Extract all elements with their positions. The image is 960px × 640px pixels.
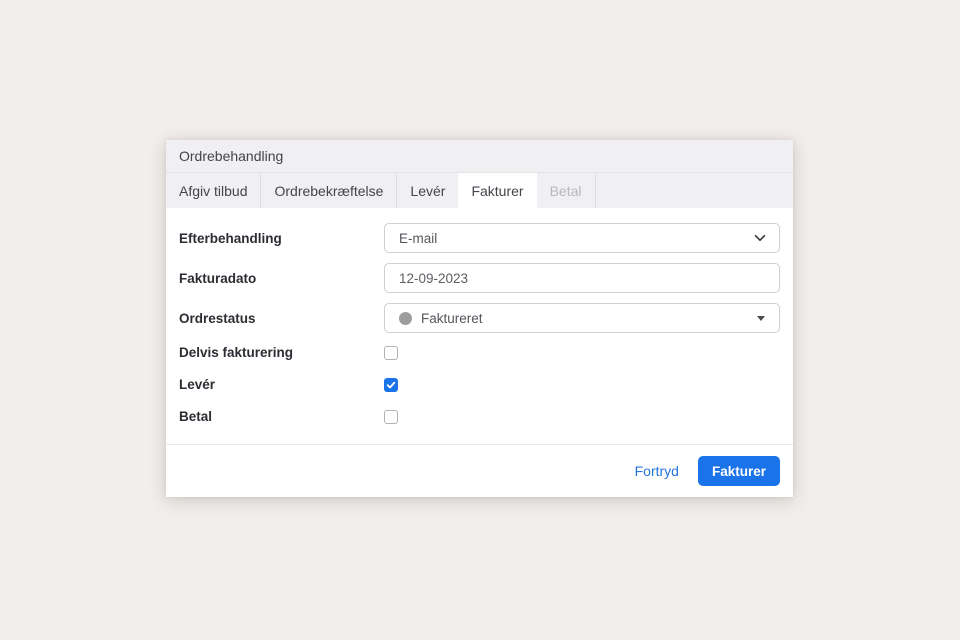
tab-fakturer[interactable]: Fakturer bbox=[458, 173, 536, 208]
lever-label: Levér bbox=[179, 377, 384, 392]
tab-afgiv-tilbud[interactable]: Afgiv tilbud bbox=[166, 173, 261, 208]
lever-row: Levér bbox=[179, 377, 780, 392]
ordrebehandling-dialog: Ordrebehandling Afgiv tilbud Ordrebekræf… bbox=[166, 140, 793, 497]
cancel-button[interactable]: Fortryd bbox=[635, 463, 679, 479]
fakturadato-input[interactable]: 12-09-2023 bbox=[384, 263, 780, 293]
fakturadato-label: Fakturadato bbox=[179, 271, 384, 286]
tab-afgiv-tilbud-label: Afgiv tilbud bbox=[179, 183, 247, 199]
status-dot-icon bbox=[399, 312, 412, 325]
betal-label: Betal bbox=[179, 409, 384, 424]
tab-bar: Afgiv tilbud Ordrebekræftelse Levér Fakt… bbox=[166, 173, 793, 208]
dialog-footer: Fortryd Fakturer bbox=[166, 444, 793, 497]
efterbehandling-select[interactable]: E-mail bbox=[384, 223, 780, 253]
submit-fakturer-button[interactable]: Fakturer bbox=[698, 456, 780, 486]
tab-betal: Betal bbox=[537, 173, 596, 208]
betal-row: Betal bbox=[179, 409, 780, 424]
efterbehandling-value: E-mail bbox=[399, 231, 437, 246]
dialog-title: Ordrebehandling bbox=[179, 148, 283, 164]
ordrestatus-row: Ordrestatus Faktureret bbox=[179, 303, 780, 333]
ordrestatus-label: Ordrestatus bbox=[179, 311, 384, 326]
fakturadato-value: 12-09-2023 bbox=[399, 271, 468, 286]
delvis-fakturering-label: Delvis fakturering bbox=[179, 345, 384, 360]
tab-ordrebekraeftelse-label: Ordrebekræftelse bbox=[274, 183, 383, 199]
efterbehandling-label: Efterbehandling bbox=[179, 231, 384, 246]
chevron-down-icon bbox=[753, 231, 767, 245]
ordrestatus-dropdown[interactable]: Faktureret bbox=[384, 303, 780, 333]
fakturadato-row: Fakturadato 12-09-2023 bbox=[179, 263, 780, 293]
tab-ordrebekraeftelse[interactable]: Ordrebekræftelse bbox=[261, 173, 397, 208]
lever-checkbox[interactable] bbox=[384, 378, 398, 392]
delvis-fakturering-checkbox[interactable] bbox=[384, 346, 398, 360]
dialog-body: Efterbehandling E-mail Fakturadato 12-09… bbox=[166, 208, 793, 444]
tab-betal-label: Betal bbox=[550, 183, 582, 199]
tab-lever-label: Levér bbox=[410, 183, 445, 199]
tab-lever[interactable]: Levér bbox=[397, 173, 458, 208]
betal-checkbox[interactable] bbox=[384, 410, 398, 424]
dialog-header: Ordrebehandling bbox=[166, 140, 793, 173]
delvis-fakturering-row: Delvis fakturering bbox=[179, 345, 780, 360]
caret-down-icon bbox=[757, 316, 765, 321]
check-icon bbox=[386, 380, 396, 390]
efterbehandling-row: Efterbehandling E-mail bbox=[179, 223, 780, 253]
tab-fakturer-label: Fakturer bbox=[471, 183, 523, 199]
ordrestatus-value: Faktureret bbox=[421, 311, 483, 326]
